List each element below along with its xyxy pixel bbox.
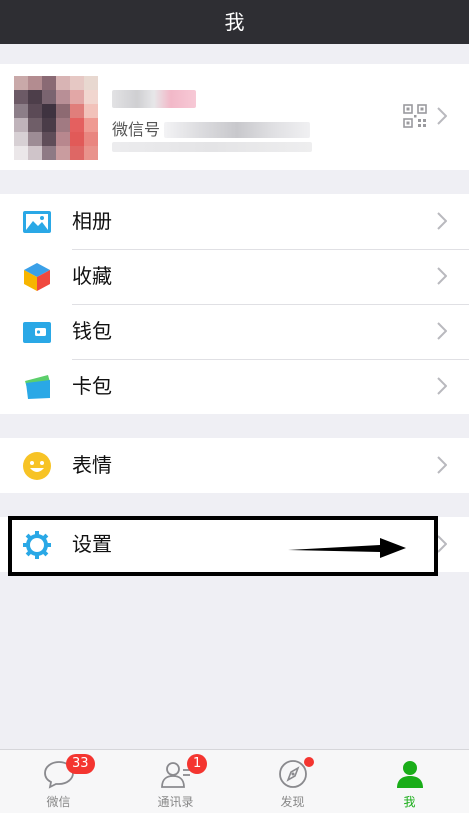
annotation-arrow-icon — [288, 538, 406, 558]
wallet-icon — [23, 322, 51, 343]
chevron-right-icon — [437, 535, 447, 553]
tab-label: 微信 — [46, 795, 71, 809]
card-pack-icon — [25, 375, 50, 399]
unread-badge: 1 — [187, 754, 208, 774]
menu-item-emoji[interactable]: 表情 — [0, 438, 469, 493]
blurred-id-underline — [112, 142, 312, 152]
wechat-id-label: 微信号 — [112, 120, 161, 139]
tab-contacts[interactable]: 1 通讯录 — [117, 750, 234, 813]
menu-item-wallet[interactable]: 钱包 — [0, 304, 469, 359]
chevron-right-icon — [437, 377, 447, 395]
menu-group-main: 相册 收藏 钱包 卡包 — [0, 194, 469, 414]
tab-me[interactable]: 我 — [351, 750, 468, 813]
menu-item-label: 卡包 — [72, 374, 112, 398]
favorites-cube-icon — [24, 263, 50, 291]
tab-label: 我 — [403, 795, 416, 809]
blurred-nickname — [112, 90, 196, 108]
menu-group-emoji: 表情 — [0, 438, 469, 493]
blurred-wechat-id — [164, 122, 310, 138]
chevron-right-icon — [437, 107, 447, 125]
emoji-smiley-icon — [23, 452, 51, 480]
menu-item-label: 相册 — [72, 209, 112, 233]
chevron-right-icon — [437, 267, 447, 285]
menu-item-label: 钱包 — [72, 319, 112, 343]
nav-bar: 我 — [0, 0, 469, 44]
chevron-right-icon — [437, 212, 447, 230]
chevron-right-icon — [437, 456, 447, 474]
tab-label: 发现 — [280, 795, 305, 809]
menu-item-album[interactable]: 相册 — [0, 194, 469, 249]
avatar[interactable] — [14, 76, 98, 160]
new-content-dot — [304, 757, 314, 767]
photo-album-icon — [23, 211, 51, 233]
tab-bar: 33 微信 1 通讯录 发现 我 — [0, 749, 469, 813]
menu-item-favorites[interactable]: 收藏 — [0, 249, 469, 304]
page-title: 我 — [224, 10, 245, 34]
menu-item-card-pack[interactable]: 卡包 — [0, 359, 469, 414]
chevron-right-icon — [437, 322, 447, 340]
unread-badge: 33 — [66, 754, 95, 774]
tab-label: 通讯录 — [157, 795, 194, 809]
qr-code-icon[interactable] — [403, 104, 427, 128]
menu-item-label: 表情 — [72, 453, 112, 477]
menu-item-label: 收藏 — [72, 264, 112, 288]
tab-discover[interactable]: 发现 — [234, 750, 351, 813]
tab-chats[interactable]: 33 微信 — [0, 750, 117, 813]
profile-card[interactable]: 微信号 — [0, 64, 469, 170]
person-icon — [397, 761, 423, 788]
